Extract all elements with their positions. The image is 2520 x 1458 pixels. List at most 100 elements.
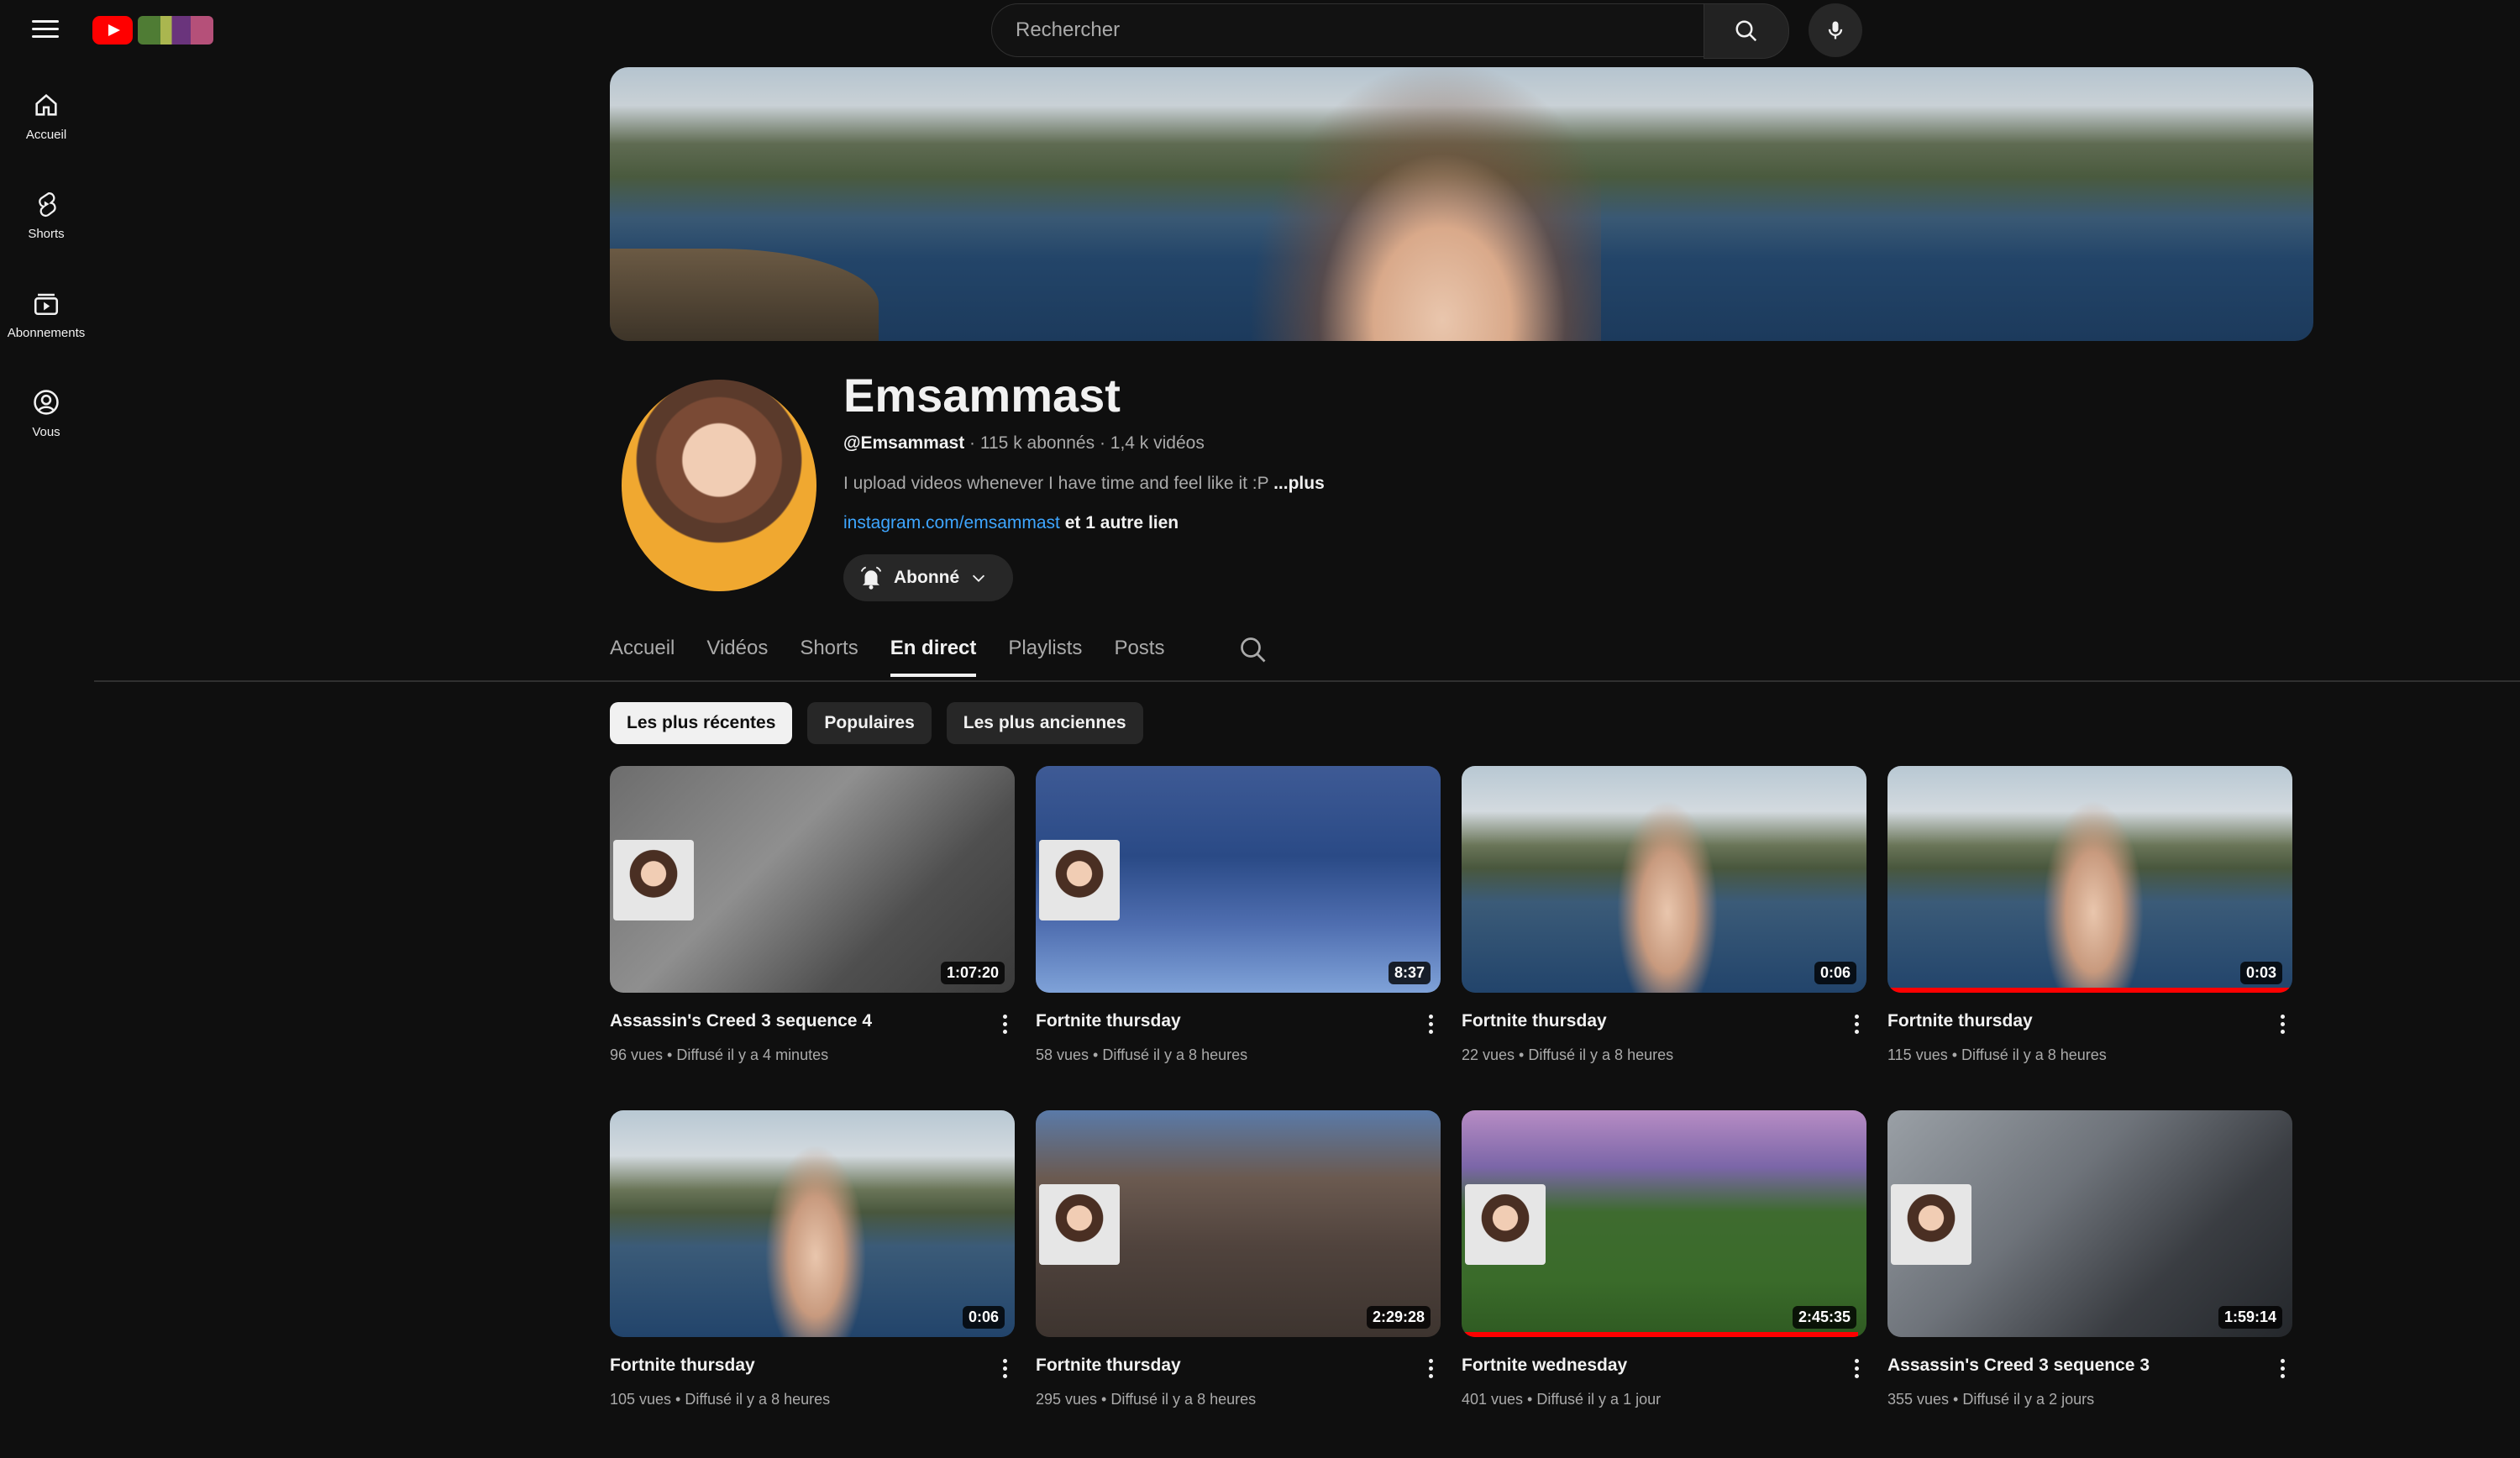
instagram-link[interactable]: instagram.com/emsammast xyxy=(843,513,1060,532)
duration-badge: 1:07:20 xyxy=(940,962,1005,984)
duration-badge: 2:29:28 xyxy=(1366,1306,1431,1329)
video-meta: 96 vues • Diffusé il y a 4 minutes xyxy=(610,1046,829,1063)
video-meta: 22 vues • Diffusé il y a 8 heures xyxy=(1462,1046,1674,1063)
video-thumbnail[interactable]: 2:45:35 xyxy=(1462,1110,1866,1337)
menu-icon[interactable] xyxy=(29,15,62,44)
thumbnail-person xyxy=(2039,791,2148,993)
video-card[interactable]: 0:06 Fortnite thursday 22 vues • Diffusé… xyxy=(1462,766,1866,1063)
top-bar xyxy=(0,0,2520,59)
channel-handle: @Emsammast xyxy=(843,433,965,453)
youtube-logo[interactable] xyxy=(92,15,213,45)
tab-en-direct[interactable]: En direct xyxy=(890,632,976,677)
chip-recent[interactable]: Les plus récentes xyxy=(610,702,793,744)
home-icon xyxy=(35,93,57,116)
sort-chips: Les plus récentes Populaires Les plus an… xyxy=(610,702,1143,744)
more-options-icon[interactable] xyxy=(1848,1011,1865,1036)
video-meta: 355 vues • Diffusé il y a 2 jours xyxy=(1887,1391,2095,1408)
watch-progress-bar xyxy=(1462,1332,1859,1337)
channel-meta: @Emsammast · 115 k abonnés · 1,4 k vidéo… xyxy=(843,433,1205,454)
video-thumbnail[interactable]: 1:59:14 xyxy=(1887,1110,2292,1337)
description-more-link[interactable]: ...plus xyxy=(1273,474,1325,493)
more-options-icon[interactable] xyxy=(2274,1011,2291,1036)
shorts-icon xyxy=(39,192,56,218)
thumbnail-person xyxy=(761,1135,870,1337)
video-title[interactable]: Fortnite thursday xyxy=(1036,1011,1181,1031)
video-thumbnail[interactable]: 8:37 xyxy=(1036,766,1441,993)
more-options-icon[interactable] xyxy=(1422,1356,1439,1381)
video-card[interactable]: 1:07:20 Assassin's Creed 3 sequence 4 96… xyxy=(610,766,1015,1063)
tab-playlists[interactable]: Playlists xyxy=(1008,632,1082,675)
more-options-icon[interactable] xyxy=(1422,1011,1439,1036)
video-card[interactable]: 1:59:14 Assassin's Creed 3 sequence 3 35… xyxy=(1887,1110,2292,1408)
video-title[interactable]: Assassin's Creed 3 sequence 3 xyxy=(1887,1356,2150,1376)
video-thumbnail[interactable]: 0:06 xyxy=(610,1110,1015,1337)
video-card[interactable]: 2:45:35 Fortnite wednesday 401 vues • Di… xyxy=(1462,1110,1866,1408)
more-options-icon[interactable] xyxy=(2274,1356,2291,1381)
video-title[interactable]: Fortnite thursday xyxy=(1036,1356,1181,1376)
video-thumbnail[interactable]: 0:06 xyxy=(1462,766,1866,993)
video-meta: 401 vues • Diffusé il y a 1 jour xyxy=(1462,1391,1662,1408)
tab-videos[interactable]: Vidéos xyxy=(706,632,768,675)
sidebar-item-abonnements[interactable]: Abonnements xyxy=(0,274,92,373)
video-meta: 58 vues • Diffusé il y a 8 heures xyxy=(1036,1046,1248,1063)
video-meta: 295 vues • Diffusé il y a 8 heures xyxy=(1036,1391,1257,1408)
video-title[interactable]: Assassin's Creed 3 sequence 4 xyxy=(610,1011,872,1031)
sidebar-item-label: Abonnements xyxy=(7,326,86,340)
microphone-icon xyxy=(1828,21,1843,39)
chip-oldest[interactable]: Les plus anciennes xyxy=(946,702,1143,744)
video-thumbnail[interactable]: 0:03 xyxy=(1887,766,2292,993)
sidebar-item-label: Shorts xyxy=(28,227,65,241)
more-options-icon[interactable] xyxy=(996,1356,1013,1381)
webcam-overlay xyxy=(1891,1184,1971,1265)
tab-shorts[interactable]: Shorts xyxy=(800,632,858,675)
video-card[interactable]: 2:29:28 Fortnite thursday 295 vues • Dif… xyxy=(1036,1110,1441,1408)
chevron-down-icon xyxy=(973,574,985,582)
video-meta: 115 vues • Diffusé il y a 8 heures xyxy=(1887,1046,2107,1063)
chip-popular[interactable]: Populaires xyxy=(807,702,932,744)
duration-badge: 8:37 xyxy=(1388,962,1431,984)
channel-links: instagram.com/emsammast et 1 autre lien xyxy=(843,513,1179,533)
more-options-icon[interactable] xyxy=(1848,1356,1865,1381)
video-card[interactable]: 8:37 Fortnite thursday 58 vues • Diffusé… xyxy=(1036,766,1441,1063)
video-card[interactable]: 0:03 Fortnite thursday 115 vues • Diffus… xyxy=(1887,766,2292,1063)
duration-badge: 1:59:14 xyxy=(2218,1306,2282,1329)
voice-search-button[interactable] xyxy=(1809,3,1862,57)
search-icon xyxy=(1735,20,1757,42)
channel-name: Emsammast xyxy=(843,369,1121,422)
video-title[interactable]: Fortnite thursday xyxy=(1462,1011,1607,1031)
channel-description[interactable]: I upload videos whenever I have time and… xyxy=(843,474,1325,494)
sidebar-item-accueil[interactable]: Accueil xyxy=(0,76,92,175)
left-rail: Accueil Shorts Abonnements Vous xyxy=(0,76,92,472)
webcam-overlay xyxy=(1465,1184,1546,1265)
other-links[interactable]: et 1 autre lien xyxy=(1060,513,1179,532)
search-button[interactable] xyxy=(1704,3,1789,59)
doodle-logo-icon xyxy=(138,16,213,45)
video-card[interactable]: 0:06 Fortnite thursday 105 vues • Diffus… xyxy=(610,1110,1015,1408)
subscriptions-icon xyxy=(34,293,59,316)
video-title[interactable]: Fortnite thursday xyxy=(610,1356,755,1376)
watch-progress-bar xyxy=(1887,988,2292,993)
channel-search-icon[interactable] xyxy=(1238,635,1268,665)
tab-accueil[interactable]: Accueil xyxy=(610,632,675,675)
search-box xyxy=(991,3,1705,57)
more-options-icon[interactable] xyxy=(996,1011,1013,1036)
tabs-divider xyxy=(94,680,2520,682)
webcam-overlay xyxy=(613,840,694,920)
thumbnail-person xyxy=(1613,791,1722,993)
duration-badge: 2:45:35 xyxy=(1792,1306,1856,1329)
tab-posts[interactable]: Posts xyxy=(1114,632,1164,675)
video-title[interactable]: Fortnite wednesday xyxy=(1462,1356,1627,1376)
video-title[interactable]: Fortnite thursday xyxy=(1887,1011,2033,1031)
channel-tabs: Accueil Vidéos Shorts En direct Playlist… xyxy=(610,632,1196,680)
video-thumbnail[interactable]: 2:29:28 xyxy=(1036,1110,1441,1337)
video-thumbnail[interactable]: 1:07:20 xyxy=(610,766,1015,993)
channel-avatar[interactable] xyxy=(622,380,816,591)
subscribed-button[interactable]: Abonné xyxy=(843,554,1013,601)
channel-stats: · 115 k abonnés · 1,4 k vidéos xyxy=(964,433,1205,453)
banner-rock xyxy=(610,249,879,341)
search-input[interactable] xyxy=(992,18,1672,43)
duration-badge: 0:06 xyxy=(1814,962,1856,984)
duration-badge: 0:06 xyxy=(962,1306,1005,1329)
sidebar-item-vous[interactable]: Vous xyxy=(0,373,92,472)
sidebar-item-shorts[interactable]: Shorts xyxy=(0,175,92,274)
